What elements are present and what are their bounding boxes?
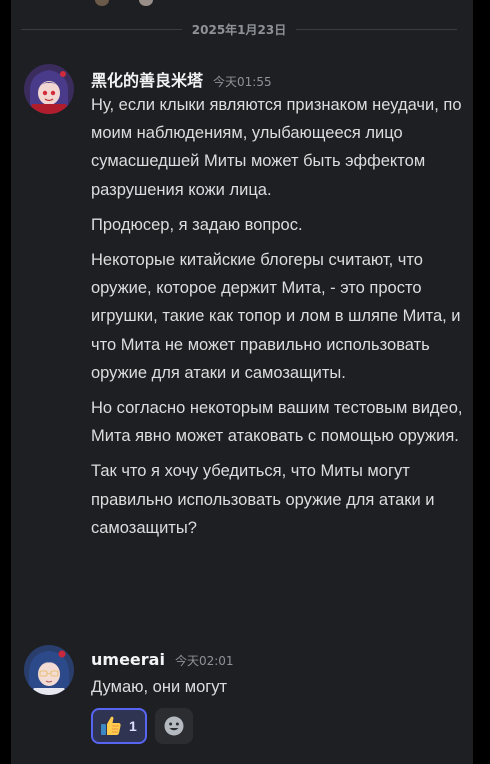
message-header: umeerai 今天02:01 <box>91 650 234 669</box>
previous-message-cutoff <box>11 0 473 8</box>
add-reaction-smiley-icon <box>164 716 184 736</box>
thumbs-up-icon <box>101 716 121 735</box>
message-paragraph: Так что я хочу убедиться, что Миты могут… <box>91 462 435 537</box>
message-paragraph: Но согласно некоторым вашим тестовым вид… <box>91 399 463 446</box>
timestamp: 今天02:01 <box>174 654 234 668</box>
add-reaction-button[interactable] <box>155 708 193 744</box>
author-name[interactable]: 黑化的善良米塔 <box>91 67 203 91</box>
divider-date: 2025年1月23日 <box>191 22 287 37</box>
author-name[interactable]: umeerai <box>91 650 165 669</box>
reaction-thumbs-up[interactable]: 1 <box>91 708 147 744</box>
timestamp: 今天01:55 <box>213 75 272 89</box>
message-paragraph: Думаю, они могут <box>91 678 228 696</box>
message-paragraph: Некоторые китайские блогеры считают, что… <box>91 251 461 382</box>
divider-line-right <box>296 28 458 30</box>
message-content: Ну, если клыки являются признаком неудач… <box>91 91 469 549</box>
message-content: Думаю, они могут <box>91 673 469 708</box>
left-edge-bar <box>0 0 11 764</box>
avatar[interactable] <box>24 645 74 695</box>
message-header: 黑化的善良米塔 今天01:55 <box>91 67 272 91</box>
avatar-girl-icon <box>24 64 74 114</box>
message-paragraph: Ну, если клыки являются признаком неудач… <box>91 96 462 199</box>
date-divider: 2025年1月23日 <box>21 20 458 38</box>
chat-panel: 2025年1月23日 黑化的善良米塔 今天01:55 Ну, если клык… <box>11 0 473 764</box>
reaction-bar: 1 <box>91 708 193 744</box>
reaction-count: 1 <box>129 718 137 734</box>
divider-line-left <box>21 28 182 30</box>
message-paragraph: Продюсер, я задаю вопрос. <box>91 215 303 234</box>
right-edge-bar <box>473 0 490 764</box>
avatar-glasses-girl-icon <box>24 645 74 695</box>
avatar[interactable] <box>24 64 74 114</box>
